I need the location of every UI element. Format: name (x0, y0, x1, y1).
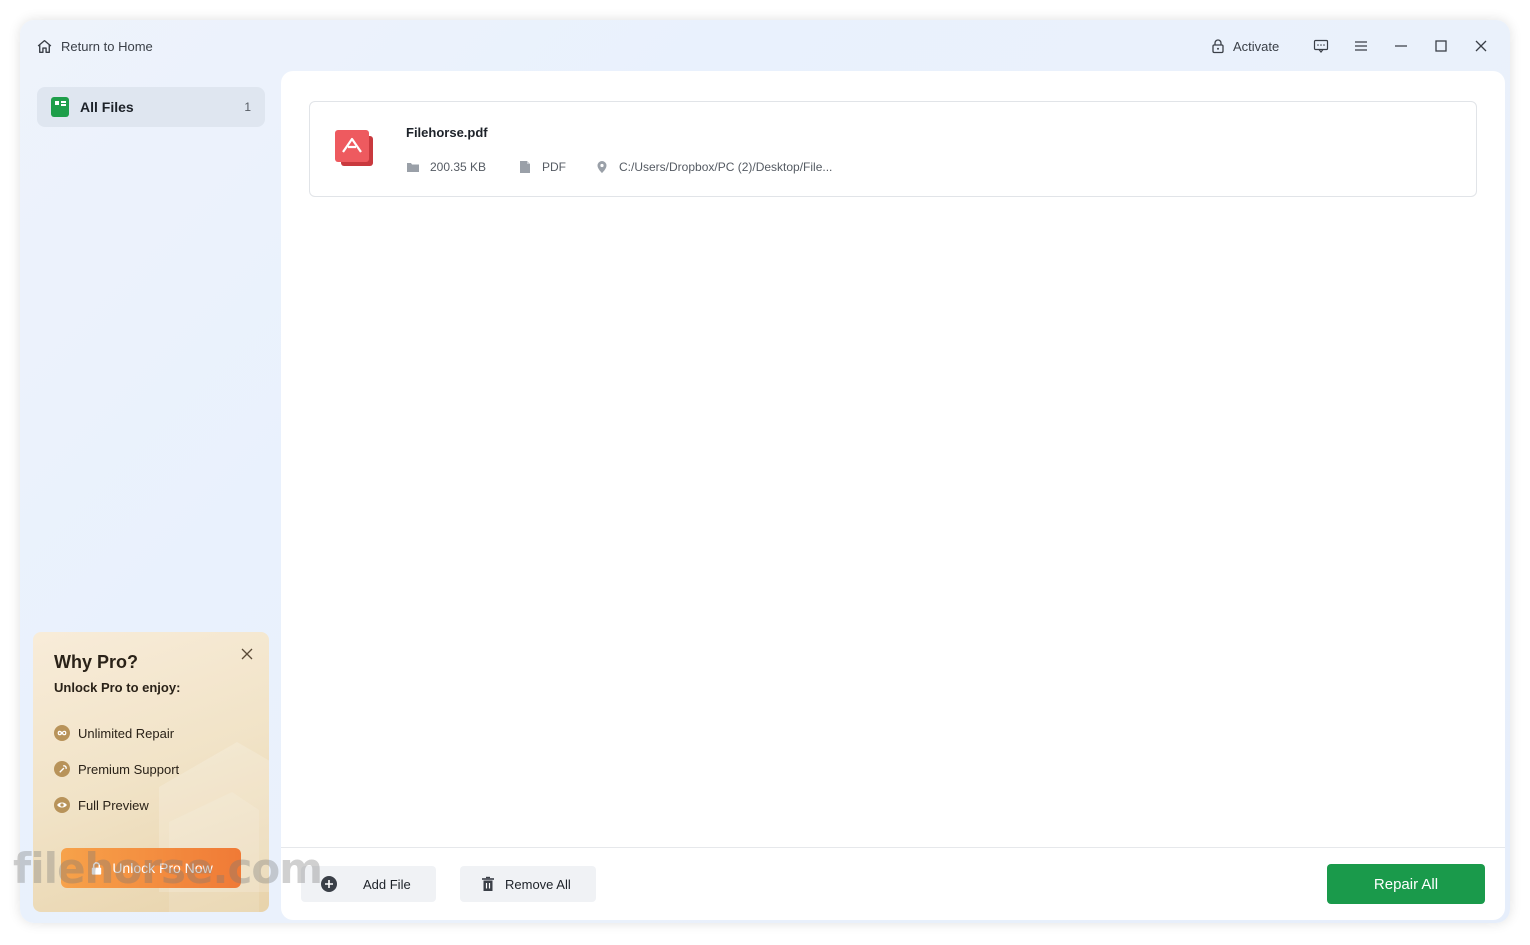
remove-all-label: Remove All (505, 876, 571, 892)
titlebar: Return to Home Activate (20, 20, 1510, 72)
minimize-icon (1395, 45, 1407, 47)
pro-feature-label: Premium Support (78, 761, 180, 777)
remove-all-button[interactable]: Remove All (460, 866, 596, 902)
pro-feature-unlimited-repair: Unlimited Repair (54, 725, 174, 741)
file-card[interactable]: Filehorse.pdf 200.35 KB PDF C:/Users/Dro… (309, 101, 1477, 197)
infinity-icon (54, 725, 70, 741)
maximize-icon (1435, 40, 1447, 52)
document-icon (520, 161, 530, 173)
add-file-label: Add File (363, 876, 411, 892)
action-footer: Add File Remove All Repair All (281, 847, 1505, 920)
file-path-value: C:/Users/Dropbox/PC (2)/Desktop/File... (619, 160, 833, 174)
sidebar-item-label: All Files (80, 99, 134, 115)
file-name: Filehorse.pdf (406, 125, 488, 140)
minimize-button[interactable] (1390, 36, 1412, 56)
return-home-button[interactable]: Return to Home (36, 38, 153, 55)
activate-label: Activate (1233, 38, 1280, 54)
plus-circle-icon (321, 876, 337, 892)
pdf-file-icon (335, 130, 373, 166)
file-type: PDF (518, 160, 566, 174)
sidebar-item-count: 1 (244, 100, 251, 114)
pro-card-title: Why Pro? (54, 652, 138, 672)
location-pin-icon (597, 161, 607, 173)
file-type-value: PDF (542, 160, 566, 174)
close-icon (241, 648, 253, 660)
pro-card-subtitle: Unlock Pro to enjoy: (54, 680, 181, 695)
trash-icon (482, 876, 494, 891)
pro-feature-full-preview: Full Preview (54, 797, 149, 813)
folder-icon (407, 163, 419, 172)
main-panel: Filehorse.pdf 200.35 KB PDF C:/Users/Dro… (281, 71, 1505, 920)
feedback-button[interactable] (1310, 36, 1332, 56)
file-size: 200.35 KB (406, 160, 486, 174)
close-icon (1475, 40, 1487, 52)
close-window-button[interactable] (1470, 36, 1492, 56)
pro-feature-premium-support: Premium Support (54, 761, 179, 777)
eye-icon (54, 797, 70, 813)
app-window: Return to Home Activate All Files 1 Why … (20, 20, 1510, 923)
lock-icon (1212, 39, 1224, 54)
activate-button[interactable]: Activate (1210, 38, 1279, 54)
pro-card-close-button[interactable] (239, 646, 255, 662)
repair-all-label: Repair All (1373, 875, 1439, 893)
filehorse-watermark: filehorse.com (13, 844, 323, 893)
pro-feature-label: Full Preview (78, 797, 149, 813)
repair-all-button[interactable]: Repair All (1327, 864, 1485, 904)
feedback-icon (1313, 39, 1329, 53)
sidebar-item-all-files[interactable]: All Files 1 (37, 87, 265, 127)
hamburger-menu-icon (1355, 41, 1367, 51)
menu-button[interactable] (1350, 36, 1372, 56)
home-icon (37, 39, 52, 54)
maximize-button[interactable] (1430, 36, 1452, 56)
sidebar: All Files 1 Why Pro? Unlock Pro to enjoy… (20, 72, 282, 923)
all-files-icon (51, 97, 69, 117)
return-home-label: Return to Home (61, 39, 153, 54)
pro-feature-label: Unlimited Repair (78, 725, 175, 741)
file-size-value: 200.35 KB (430, 160, 487, 174)
wrench-icon (54, 761, 70, 777)
file-path: C:/Users/Dropbox/PC (2)/Desktop/File... (595, 160, 832, 174)
